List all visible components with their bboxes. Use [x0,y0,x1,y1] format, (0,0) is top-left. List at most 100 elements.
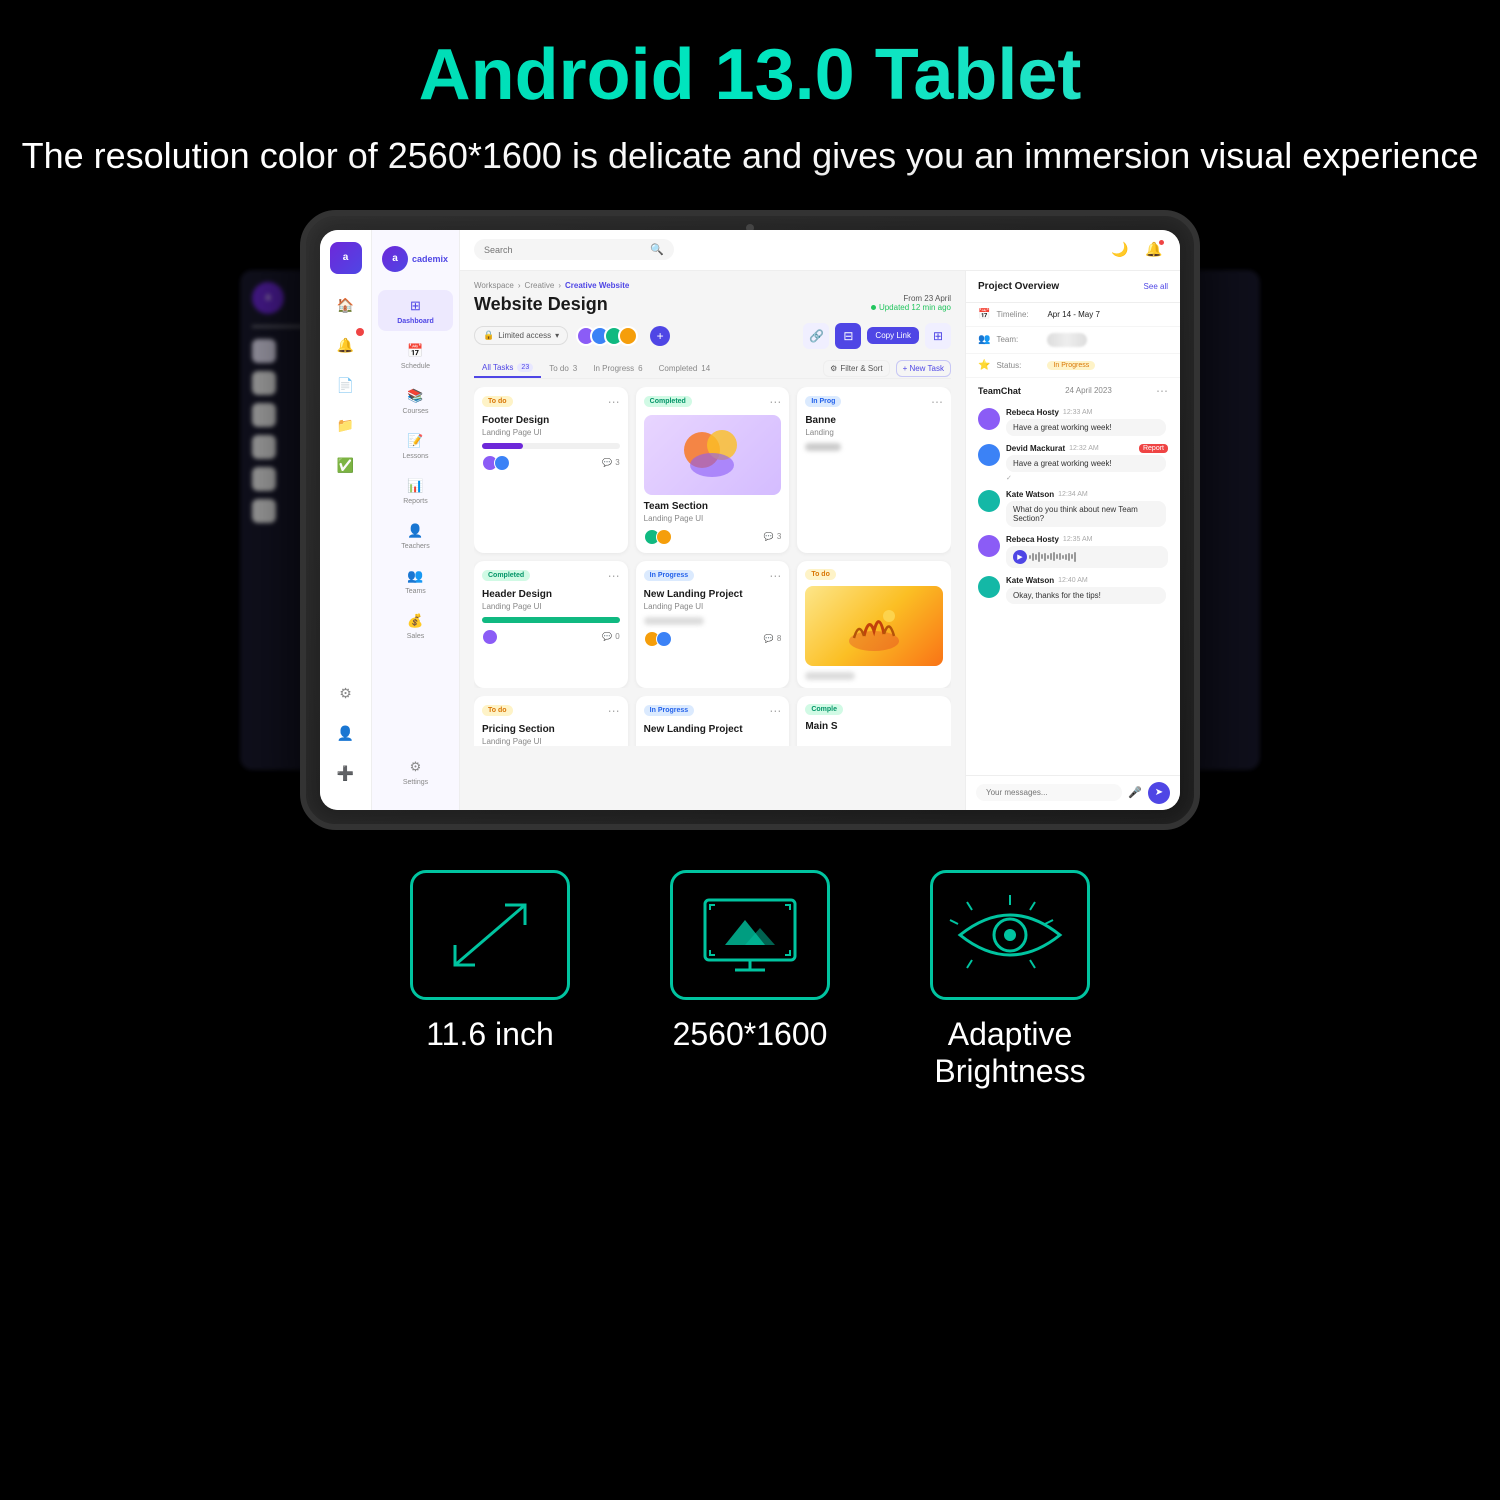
chat-content-1: Rebeca Hosty 12:33 AM Have a great worki… [1006,408,1168,436]
card-avatar-5b [656,631,672,647]
comment-icon-1: 💬 [602,458,612,467]
card-tag-3: In Prog [805,396,841,407]
bell-badge [1159,240,1164,245]
chat-avatar-2 [978,444,1000,466]
teachers-icon: 👤 [406,521,426,541]
nav-icon-doc[interactable]: 📄 [330,370,362,402]
card-avatars-1 [482,455,510,471]
wave-bar-13 [1065,554,1067,560]
filter-sort-button[interactable]: ⚙ Filter & Sort [823,360,889,377]
card-image-6 [805,586,943,666]
mic-icon[interactable]: 🎤 [1128,786,1142,799]
feature-label-brightness: Adaptive Brightness [934,1016,1085,1090]
card-more-4[interactable]: ⋯ [608,569,620,583]
card-header-8: In Progress ⋯ [644,704,782,718]
main-content: 🔍 🌙 🔔 Workspace [460,230,1180,810]
card-footer-5: 💬 8 [644,631,782,647]
card-more-1[interactable]: ⋯ [608,395,620,409]
see-all-link[interactable]: See all [1144,282,1168,291]
nav-icon-add[interactable]: ➕ [330,758,362,790]
send-button[interactable]: ➤ [1148,782,1170,804]
tab-todo[interactable]: To do 3 [541,360,585,377]
chat-input[interactable] [976,784,1122,801]
task-card-2: Completed ⋯ [636,387,790,553]
chat-bubble-1: Have a great working week! [1006,419,1166,436]
wave-bar-16 [1074,552,1076,562]
page-header: Website Design From 23 April Updated 12 … [474,294,951,315]
card-tag-7: To do [482,705,513,716]
sidebar-item-lessons[interactable]: 📝 Lessons [378,425,453,466]
feature-icon-box-size [410,870,570,1000]
tab-all-tasks[interactable]: All Tasks 23 [474,359,541,378]
nav-icon-user[interactable]: 👤 [330,718,362,750]
sidebar-item-teachers[interactable]: 👤 Teachers [378,515,453,556]
audio-wave[interactable]: ▶ [1006,546,1168,568]
logo-circle: a [382,246,408,272]
header-section: Android 13.0 Tablet The resolution color… [0,0,1500,182]
eye-brightness-svg [940,890,1080,980]
add-member-button[interactable]: + [650,326,670,346]
copy-link-button[interactable]: Copy Link [867,327,919,344]
link-button[interactable]: 🔗 [803,323,829,349]
sidebar-item-teams[interactable]: 👥 Teams [378,560,453,601]
panel-team-row: 👥 Team: [966,327,1180,354]
wave-bar-8 [1050,553,1052,560]
sidebar-logo: a [330,242,362,274]
chat-msg-4: Rebeca Hosty 12:35 AM ▶ [978,535,1168,568]
task-card-4: Completed ⋯ Header Design Landing Page U… [474,561,628,688]
card-avatar-1b [494,455,510,471]
green-dot [871,305,876,310]
card-more-7[interactable]: ⋯ [608,704,620,718]
search-input[interactable] [484,245,650,255]
nav-icon-home[interactable]: 🏠 [330,290,362,322]
limited-access-btn[interactable]: 🔒 Limited access ▾ [474,326,568,345]
card-header-4: Completed ⋯ [482,569,620,583]
teamchat-date: 24 April 2023 [1065,386,1112,395]
card-more-2[interactable]: ⋯ [769,395,781,409]
sidebar-item-reports[interactable]: 📊 Reports [378,470,453,511]
nav-icon-settings[interactable]: ⚙ [330,678,362,710]
search-box[interactable]: 🔍 [474,239,674,260]
card-image-2 [644,415,782,495]
card-more-5[interactable]: ⋯ [769,569,781,583]
sidebar-item-settings[interactable]: ⚙ Settings [378,751,453,792]
chat-content-4: Rebeca Hosty 12:35 AM ▶ [1006,535,1168,568]
report-badge[interactable]: Report [1139,444,1168,453]
tab-in-progress[interactable]: In Progress 6 [585,360,650,377]
card-more-8[interactable]: ⋯ [769,704,781,718]
feature-label-size: 11.6 inch [426,1016,554,1053]
tab-completed[interactable]: Completed 14 [651,360,719,377]
features-section: 11.6 inch 2560*1600 [0,830,1500,1090]
comment-icon-5: 💬 [764,634,774,643]
task-card-1: To do ⋯ Footer Design Landing Page UI [474,387,628,553]
chat-time-3: 12:34 AM [1058,491,1088,498]
layout-button[interactable]: ⊞ [925,323,951,349]
nav-icon-check[interactable]: ✅ [330,450,362,482]
sidebar-item-sales[interactable]: 💰 Sales [378,605,453,646]
wave-bar-4 [1038,552,1040,562]
chat-content-2: Devid Mackurat 12:32 AM Report Have a gr… [1006,444,1168,482]
nav-icon-folder[interactable]: 📁 [330,410,362,442]
card-subtitle-3: Landing [805,428,943,437]
chat-bubble-5: Okay, thanks for the tips! [1006,587,1166,604]
sidebar-item-courses[interactable]: 📚 Courses [378,380,453,421]
bell-icon[interactable]: 🔔 [1142,238,1166,262]
wave-bar-11 [1059,553,1061,560]
teamchat-more-icon[interactable]: ⋯ [1156,384,1168,398]
blur-avatars-3 [805,443,841,451]
sidebar-narrow: a 🏠 🔔 📄 📁 ✅ ⚙ 👤 ➕ [320,230,372,810]
card-more-3[interactable]: ⋯ [931,395,943,409]
avatar-4 [618,326,638,346]
new-task-button[interactable]: + New Task [896,360,951,377]
tablet-wrapper: a a 🏠 🔔 📄 [270,210,1230,830]
grid-button[interactable]: ⊟ [835,323,861,349]
team-icon: 👥 [978,334,990,345]
nav-icon-notif[interactable]: 🔔 [330,330,362,362]
teamchat-title: TeamChat [978,386,1021,396]
moon-icon[interactable]: 🌙 [1108,238,1132,262]
play-button[interactable]: ▶ [1013,550,1027,564]
sidebar-item-schedule[interactable]: 📅 Schedule [378,335,453,376]
main-title: Android 13.0 Tablet [0,36,1500,115]
comment-icon-2: 💬 [764,532,774,541]
sidebar-item-dashboard[interactable]: ⊞ Dashboard [378,290,453,331]
